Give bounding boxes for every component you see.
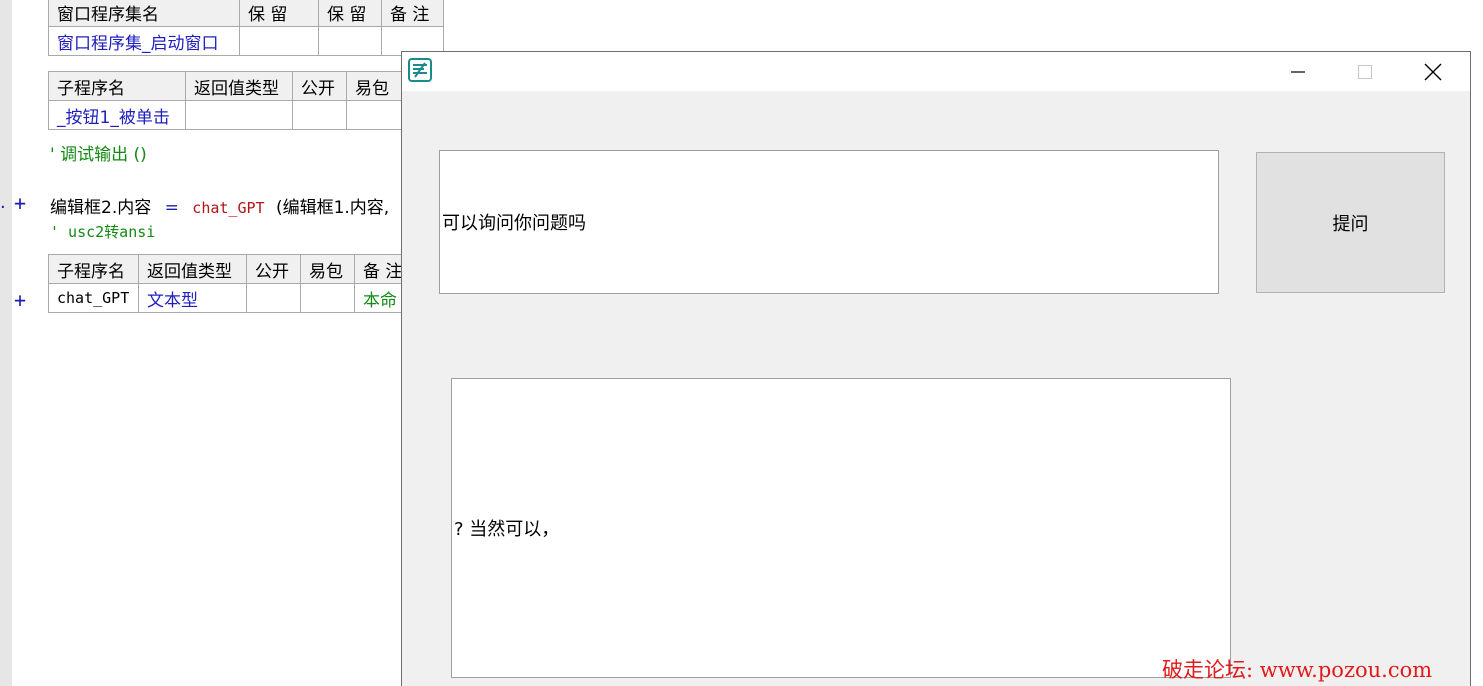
table-cell[interactable] (239, 26, 319, 56)
table-header-cell: 易包 (346, 71, 407, 101)
close-button[interactable] (1402, 52, 1464, 91)
code-args: (编辑框1.内容, (275, 198, 390, 218)
breakpoint-marker: . (0, 192, 6, 213)
app-window: 可以询问你问题吗 提问 ? 当然可以， (401, 51, 1471, 686)
table-row[interactable]: 窗口程序集_启动窗口 (48, 26, 444, 56)
title-bar[interactable] (402, 52, 1470, 91)
table-row[interactable]: chat_GPT 文本型 本命 (48, 283, 415, 313)
table-header-cell: 公开 (246, 254, 301, 284)
watermark: 破走论坛: www.pozou.com (1162, 658, 1433, 682)
table-header-cell: 保 留 (239, 0, 319, 27)
expand-plus-icon[interactable]: + (14, 288, 26, 312)
table-cell[interactable]: 窗口程序集_启动窗口 (48, 26, 240, 56)
table-header-row: 子程序名 返回值类型 公开 易包 (48, 71, 407, 101)
window-set-table: 窗口程序集名 保 留 保 留 备 注 窗口程序集_启动窗口 (48, 0, 444, 56)
table-row[interactable]: _按钮1_被单击 (48, 100, 407, 130)
ask-button[interactable]: 提问 (1256, 152, 1445, 293)
table-header-cell: 子程序名 (48, 71, 186, 101)
editor-gutter (0, 0, 12, 686)
maximize-button[interactable] (1334, 52, 1396, 91)
expand-plus-icon[interactable]: + (14, 191, 26, 215)
table-cell[interactable] (292, 100, 347, 130)
minimize-icon (1291, 70, 1305, 73)
table-header-row: 窗口程序集名 保 留 保 留 备 注 (48, 0, 444, 27)
code-operator: = (164, 198, 179, 218)
code-lhs: 编辑框2.内容 (50, 198, 152, 218)
table-header-cell: 子程序名 (48, 254, 139, 284)
subroutine-table-2: 子程序名 返回值类型 公开 易包 备 注 chat_GPT 文本型 本命 (48, 254, 415, 313)
table-header-cell: 返回值类型 (138, 254, 247, 284)
app-logo-icon (408, 58, 432, 82)
code-comment-usc2[interactable]: ' usc2转ansi (50, 221, 155, 242)
code-comment-debug[interactable]: ' 调试输出 () (50, 140, 147, 165)
table-cell[interactable]: _按钮1_被单击 (48, 100, 186, 130)
table-cell[interactable]: chat_GPT (48, 283, 139, 313)
code-call: chat_GPT (192, 199, 265, 217)
minimize-button[interactable] (1267, 52, 1329, 91)
table-header-cell: 易包 (300, 254, 355, 284)
table-cell[interactable] (185, 100, 293, 130)
table-cell[interactable] (318, 26, 382, 56)
close-icon (1424, 63, 1442, 80)
subroutine-table-1: 子程序名 返回值类型 公开 易包 _按钮1_被单击 (48, 71, 407, 130)
table-cell[interactable] (246, 283, 301, 313)
table-header-cell: 保 留 (318, 0, 382, 27)
answer-output-text: ? 当然可以， (454, 519, 560, 540)
table-header-cell: 备 注 (381, 0, 444, 27)
code-line-assign[interactable]: 编辑框2.内容 = chat_GPT (编辑框1.内容, (50, 193, 389, 218)
table-header-cell: 返回值类型 (185, 71, 293, 101)
maximize-icon (1358, 64, 1372, 79)
answer-output[interactable]: ? 当然可以， (451, 378, 1231, 678)
question-input-text: 可以询问你问题吗 (442, 213, 586, 234)
table-header-cell: 窗口程序集名 (48, 0, 240, 27)
table-cell[interactable]: 文本型 (138, 283, 247, 313)
question-input[interactable]: 可以询问你问题吗 (439, 150, 1219, 294)
table-cell[interactable] (300, 283, 355, 313)
table-header-row: 子程序名 返回值类型 公开 易包 备 注 (48, 254, 415, 284)
table-cell[interactable] (346, 100, 407, 130)
table-header-cell: 公开 (292, 71, 347, 101)
